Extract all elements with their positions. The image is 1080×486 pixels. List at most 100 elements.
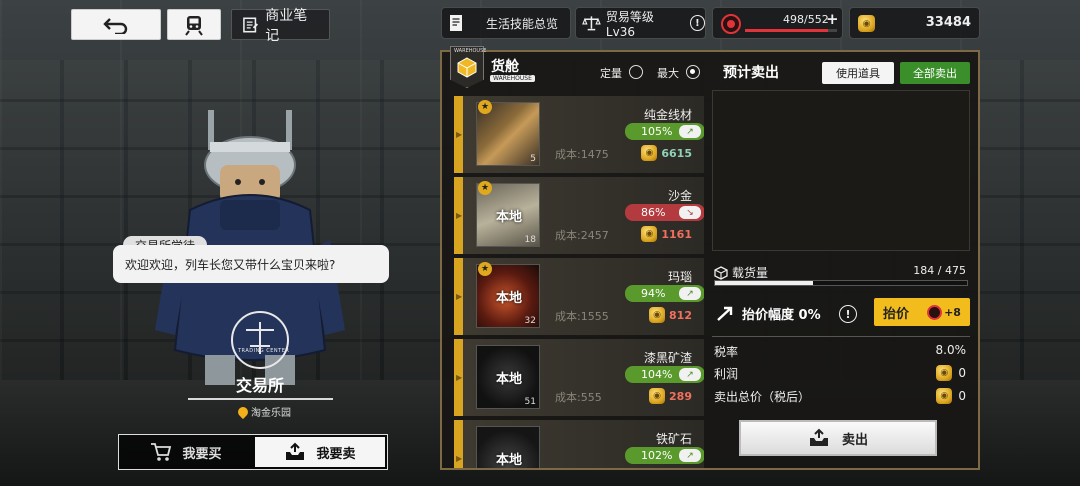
raise-info-icon[interactable]: !: [839, 305, 857, 323]
back-arrow-icon: [103, 17, 128, 34]
raise-price-button[interactable]: 抬价 +8: [874, 298, 970, 326]
cart-icon: [151, 443, 172, 461]
use-item-button[interactable]: 使用道具: [822, 62, 894, 84]
item-value: ◉ 6615: [641, 145, 692, 161]
life-skills-button[interactable]: 生活技能总览: [441, 7, 571, 39]
speech-bubble[interactable]: 欢迎欢迎，列车长您又带什么宝贝来啦?: [113, 245, 389, 283]
item-name: 铁矿石: [655, 432, 692, 446]
qty-fixed-label: 定量: [600, 67, 622, 80]
price-percent: 94%: [641, 287, 666, 300]
item-cost: 成本:1475: [555, 148, 609, 161]
trend-up-icon: ↗: [679, 125, 701, 138]
shop-title: 交易所: [235, 376, 284, 395]
warehouse-badge-text: WAREHOUSE: [454, 48, 487, 54]
info-icon[interactable]: !: [689, 15, 705, 31]
trend-up-icon: ↗: [679, 368, 701, 381]
item-cost: 成本:1555: [555, 310, 609, 323]
coin-icon: ◉: [649, 307, 666, 323]
stamina-cost-icon: [927, 304, 943, 320]
cargo-item-card[interactable]: ▶ ★ 5 纯金线材 105% ↗ 成本:1475 ◉ 6615: [454, 96, 704, 173]
profit-row-value: ◉ 0: [936, 365, 966, 381]
trend-up-icon: ↗: [679, 287, 701, 300]
life-skills-label: 生活技能总览: [486, 16, 559, 31]
trade-level-button[interactable]: 贸易等级Lv36 !: [575, 7, 706, 39]
sell-button[interactable]: 卖出: [739, 420, 937, 456]
item-value-number: 1161: [661, 227, 692, 241]
trend-up-icon: ↗: [679, 449, 701, 462]
item-quantity: 5: [530, 154, 536, 164]
cargo-title: 货舱: [491, 59, 519, 75]
item-value: ◉ 289: [649, 388, 692, 404]
item-value-number: 812: [669, 308, 692, 322]
stamina-icon: [721, 14, 741, 34]
price-percent-badge: 102% ↗: [625, 447, 704, 464]
local-badge: 本地: [495, 453, 522, 468]
train-button[interactable]: [167, 9, 221, 40]
stamina-display[interactable]: 498/552 +: [712, 7, 843, 39]
buy-tab-label: 我要买: [182, 446, 222, 462]
coin-icon: ◉: [641, 226, 658, 242]
profit-value: 0: [958, 366, 966, 380]
expand-arrow-icon: ▶: [456, 130, 463, 139]
item-quantity: 32: [524, 316, 536, 326]
total-value: 0: [958, 389, 966, 403]
price-percent: 86%: [641, 206, 666, 219]
trade-panel: WAREHOUSE 货舱 WAREHOUSE 定量 最大 预计卖出 使用道具 全…: [440, 46, 980, 470]
raise-row: 抬价幅度 0%: [716, 304, 821, 323]
local-badge: 本地: [495, 291, 522, 306]
qty-max-radio[interactable]: [686, 65, 700, 79]
price-percent: 102%: [641, 449, 673, 462]
qty-max-label: 最大: [657, 67, 679, 80]
sell-all-label: 全部卖出: [913, 67, 957, 80]
local-badge: 本地: [495, 372, 522, 387]
coin-display: ◉ 33484: [849, 7, 980, 39]
cargo-item-card[interactable]: ▶ ★ 本地 18 沙金 86% ↘ 成本:2457 ◉ 1161: [454, 177, 704, 254]
notes-icon: [243, 17, 259, 32]
capacity-bar-fill: [715, 281, 813, 285]
sell-tab[interactable]: 我要卖: [255, 437, 385, 467]
item-value-number: 6615: [661, 146, 692, 160]
item-cost: 成本:555: [555, 391, 602, 404]
price-percent-badge: 94% ↗: [625, 285, 704, 302]
trend-up-icon: [717, 306, 733, 321]
price-percent-badge: 86% ↘: [625, 204, 704, 221]
add-stamina-icon[interactable]: +: [826, 10, 839, 28]
panel-header: WAREHOUSE 货舱 WAREHOUSE 定量 最大 预计卖出 使用道具 全…: [442, 46, 978, 94]
cargo-item-card[interactable]: ▶ 本地 铁矿石 102% ↗: [454, 420, 704, 468]
trade-level-label: 贸易等级Lv36: [605, 9, 654, 39]
cargo-item-card[interactable]: ▶ 本地 51 漆黑矿渣 104% ↗ 成本:555 ◉ 289: [454, 339, 704, 416]
total-label: 卖出总价（税后）: [714, 390, 811, 404]
item-name: 漆黑矿渣: [643, 351, 692, 365]
business-notes-button[interactable]: 商业笔记: [231, 8, 330, 44]
coin-icon: ◉: [858, 15, 875, 32]
cargo-item-card[interactable]: ▶ ★ 本地 32 玛瑙 94% ↗ 成本:1555 ◉ 812: [454, 258, 704, 335]
price-percent: 104%: [641, 368, 673, 381]
scales-icon: [582, 16, 601, 31]
upload-tray-icon: [809, 428, 828, 446]
use-item-label: 使用道具: [836, 67, 880, 80]
buy-sell-toggle: 我要买 我要卖: [118, 434, 388, 470]
tax-value: 8.0%: [935, 343, 967, 357]
coin-icon: ◉: [641, 145, 658, 161]
item-quantity: 51: [524, 397, 536, 407]
price-percent-badge: 104% ↗: [625, 366, 704, 383]
location-label: 淘金乐园: [251, 408, 291, 419]
tax-label: 税率: [714, 345, 739, 359]
capacity-row: 载货量: [714, 264, 768, 281]
qty-fixed-radio[interactable]: [629, 65, 643, 79]
item-name: 沙金: [667, 189, 692, 203]
coin-value: 33484: [925, 15, 971, 30]
item-value-number: 289: [669, 389, 692, 403]
trend-down-icon: ↘: [679, 206, 701, 219]
price-percent: 105%: [641, 125, 673, 138]
back-button[interactable]: [71, 9, 161, 40]
coin-icon: ◉: [936, 365, 953, 381]
sell-tab-label: 我要卖: [316, 446, 356, 462]
cargo-item-list[interactable]: ▶ ★ 5 纯金线材 105% ↗ 成本:1475 ◉ 6615 ▶ ★ 本地 18 沙金 86% ↘ 成本:2…: [454, 96, 704, 468]
star-icon: ★: [478, 262, 492, 276]
buy-tab[interactable]: 我要买: [121, 437, 251, 467]
item-name: 纯金线材: [643, 108, 692, 122]
sell-all-button[interactable]: 全部卖出: [900, 62, 970, 84]
expand-arrow-icon: ▶: [456, 454, 463, 463]
local-badge: 本地: [495, 210, 522, 225]
